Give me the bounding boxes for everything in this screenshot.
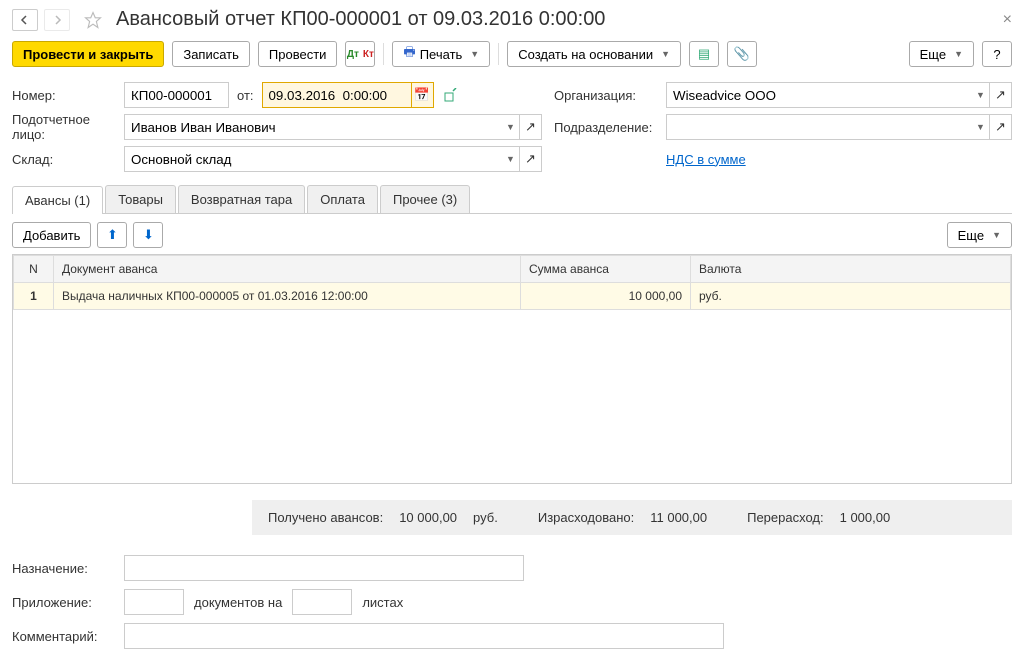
chevron-down-icon: ▼ — [976, 90, 985, 100]
person-input[interactable] — [124, 114, 498, 140]
attachment-button[interactable]: 📎 — [727, 41, 757, 67]
summary-bar: Получено авансов: 10 000,00 руб. Израсхо… — [252, 500, 1012, 535]
save-button[interactable]: Записать — [172, 41, 250, 67]
over-value: 1 000,00 — [840, 510, 891, 525]
cell-sum[interactable]: 10 000,00 — [521, 283, 691, 310]
org-open-button[interactable]: ↗ — [990, 82, 1012, 108]
open-icon: ↗ — [995, 119, 1006, 135]
chevron-down-icon: ▼ — [954, 49, 963, 59]
spent-value: 11 000,00 — [650, 510, 707, 525]
col-cur[interactable]: Валюта — [691, 256, 1011, 283]
attach-sheets-input[interactable] — [292, 589, 352, 615]
table-more-button[interactable]: Еще▼ — [947, 222, 1012, 248]
print-button[interactable]: 🖶Печать▼ — [392, 41, 490, 67]
printer-icon: 🖶 — [403, 43, 415, 65]
cell-doc[interactable]: Выдача наличных КП00-000005 от 01.03.201… — [54, 283, 521, 310]
vat-link[interactable]: НДС в сумме — [666, 152, 746, 167]
calendar-button[interactable]: 📅 — [412, 82, 434, 108]
create-based-button[interactable]: Создать на основании▼ — [507, 41, 681, 67]
table-row[interactable]: 1 Выдача наличных КП00-000005 от 01.03.2… — [14, 283, 1011, 310]
tab-advances[interactable]: Авансы (1) — [12, 186, 103, 214]
attach-text2: листах — [362, 595, 403, 610]
warehouse-label: Склад: — [12, 152, 124, 167]
post-and-close-button[interactable]: Провести и закрыть — [12, 41, 164, 67]
col-sum[interactable]: Сумма аванса — [521, 256, 691, 283]
org-input[interactable] — [666, 82, 968, 108]
separator — [383, 43, 384, 65]
advances-table[interactable]: N Документ аванса Сумма аванса Валюта 1 … — [12, 254, 1012, 484]
post-button[interactable]: Провести — [258, 41, 338, 67]
open-icon: ↗ — [525, 151, 536, 167]
number-input[interactable] — [124, 82, 229, 108]
nav-back-button[interactable] — [12, 9, 38, 31]
received-value: 10 000,00 — [399, 510, 457, 525]
attach-text1: документов на — [194, 595, 282, 610]
tab-other[interactable]: Прочее (3) — [380, 185, 470, 213]
open-icon: ↗ — [995, 87, 1006, 103]
warehouse-dropdown-button[interactable]: ▼ — [498, 146, 520, 172]
edit-inline-icon[interactable] — [440, 82, 462, 108]
comment-label: Комментарий: — [12, 629, 124, 644]
person-open-button[interactable]: ↗ — [520, 114, 542, 140]
chevron-down-icon: ▼ — [506, 122, 515, 132]
tab-containers[interactable]: Возвратная тара — [178, 185, 305, 213]
close-icon[interactable]: × — [1003, 11, 1012, 29]
org-dropdown-button[interactable]: ▼ — [968, 82, 990, 108]
dept-open-button[interactable]: ↗ — [990, 114, 1012, 140]
tab-payment[interactable]: Оплата — [307, 185, 378, 213]
separator — [498, 43, 499, 65]
dt-kt-button[interactable]: ДтКт — [345, 41, 375, 67]
chevron-down-icon: ▼ — [976, 122, 985, 132]
org-label: Организация: — [554, 88, 666, 103]
chevron-down-icon: ▼ — [470, 49, 479, 59]
cell-n[interactable]: 1 — [14, 283, 54, 310]
comment-input[interactable] — [124, 623, 724, 649]
chevron-down-icon: ▼ — [992, 230, 1001, 240]
favorite-star-icon[interactable] — [82, 9, 104, 31]
over-label: Перерасход: — [747, 510, 824, 525]
dept-dropdown-button[interactable]: ▼ — [968, 114, 990, 140]
nav-forward-button[interactable] — [44, 9, 70, 31]
from-label: от: — [237, 88, 254, 103]
open-icon: ↗ — [525, 119, 536, 135]
tab-goods[interactable]: Товары — [105, 185, 176, 213]
spent-label: Израсходовано: — [538, 510, 634, 525]
col-n[interactable]: N — [14, 256, 54, 283]
paperclip-icon: 📎 — [734, 46, 750, 62]
attachment-label: Приложение: — [12, 595, 124, 610]
warehouse-open-button[interactable]: ↗ — [520, 146, 542, 172]
person-label: Подотчетное лицо: — [12, 112, 124, 142]
move-down-button[interactable]: ⬇ — [133, 222, 163, 248]
attach-docs-input[interactable] — [124, 589, 184, 615]
date-input[interactable] — [262, 82, 412, 108]
received-cur: руб. — [473, 510, 498, 525]
dept-input[interactable] — [666, 114, 968, 140]
calendar-icon: 📅 — [414, 87, 430, 103]
dept-label: Подразделение: — [554, 120, 666, 135]
document-icon: ▤ — [698, 46, 710, 62]
add-row-button[interactable]: Добавить — [12, 222, 91, 248]
received-label: Получено авансов: — [268, 510, 383, 525]
warehouse-input[interactable] — [124, 146, 498, 172]
help-button[interactable]: ? — [982, 41, 1012, 67]
arrow-down-icon: ⬇ — [143, 227, 154, 243]
person-dropdown-button[interactable]: ▼ — [498, 114, 520, 140]
more-button[interactable]: Еще▼ — [909, 41, 974, 67]
report-button[interactable]: ▤ — [689, 41, 719, 67]
page-title: Авансовый отчет КП00-000001 от 09.03.201… — [116, 8, 605, 31]
move-up-button[interactable]: ⬆ — [97, 222, 127, 248]
chevron-down-icon: ▼ — [506, 154, 515, 164]
chevron-down-icon: ▼ — [661, 49, 670, 59]
number-label: Номер: — [12, 88, 124, 103]
arrow-up-icon: ⬆ — [107, 227, 118, 243]
purpose-input[interactable] — [124, 555, 524, 581]
cell-cur[interactable]: руб. — [691, 283, 1011, 310]
purpose-label: Назначение: — [12, 561, 124, 576]
col-doc[interactable]: Документ аванса — [54, 256, 521, 283]
